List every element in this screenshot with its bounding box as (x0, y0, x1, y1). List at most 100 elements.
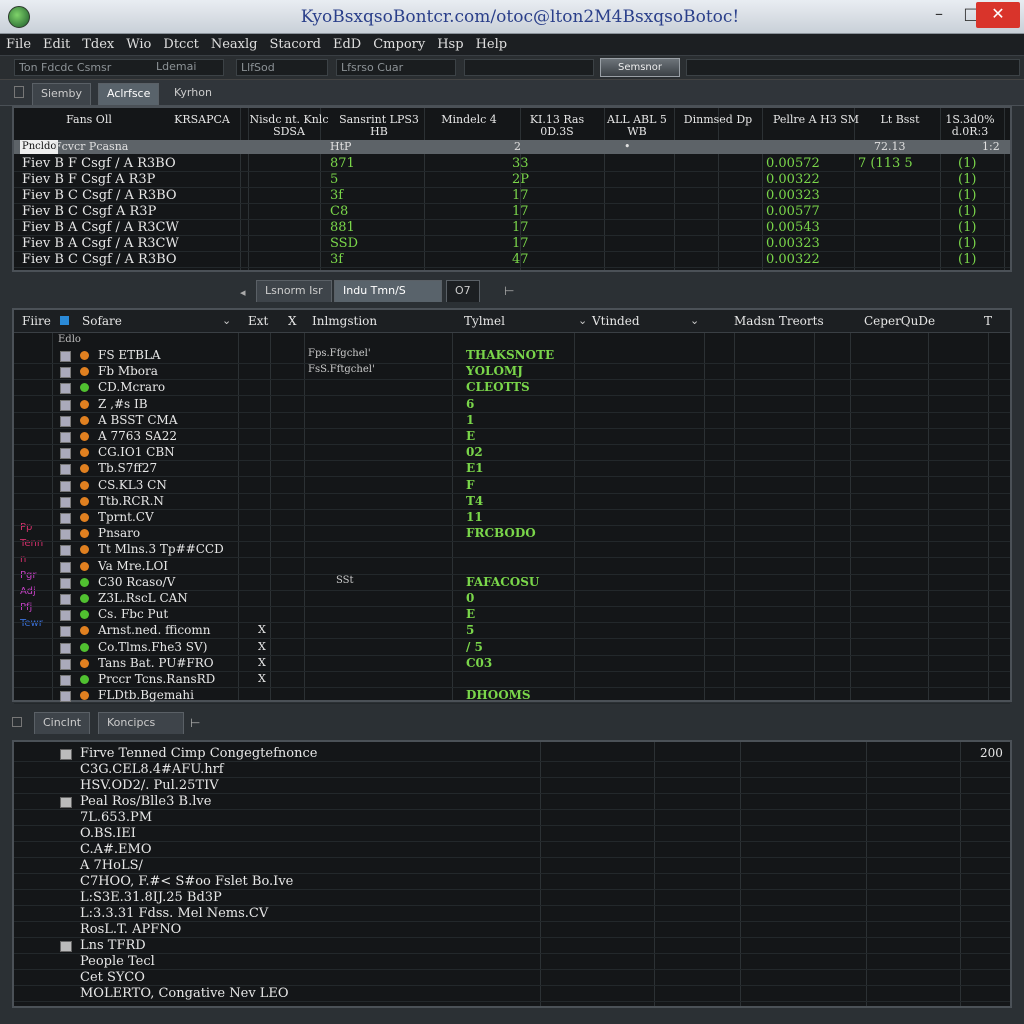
row-checkbox[interactable] (60, 367, 71, 379)
row-checkbox[interactable] (60, 561, 71, 573)
tab-top-2[interactable]: Aclrfsce (98, 83, 160, 105)
remove-x-icon[interactable]: X (258, 640, 266, 653)
table-row-selected[interactable]: Pncldo Fcvcr Pcasna HtP 2 • 72.13 1:2 (14, 140, 1010, 154)
column-header[interactable]: KI.13 Ras 0D.3S (514, 114, 600, 138)
tab-mid-3[interactable]: O7 (446, 280, 480, 302)
tab-top-3[interactable]: Kyrhon (166, 83, 220, 105)
row-checkbox[interactable] (60, 642, 71, 654)
list-item[interactable]: Peal Ros/Blle3 B.lve (80, 794, 211, 809)
tab-bottom-2[interactable]: Koncipcs (98, 712, 184, 734)
row-checkbox[interactable] (60, 610, 71, 622)
column-divider[interactable] (704, 310, 705, 700)
list-item[interactable]: Firve Tenned Cimp Congegtefnonce (80, 746, 317, 761)
row-checkbox[interactable] (60, 626, 71, 638)
mid-scroll-left-icon[interactable]: ◂ (240, 286, 246, 299)
row-checkbox[interactable] (60, 448, 71, 460)
column-divider[interactable] (240, 108, 241, 270)
list-item[interactable]: Lns TFRD (80, 938, 146, 953)
tab-mid-1[interactable]: Lsnorm Isr (256, 280, 332, 302)
menu-item[interactable]: Edit (37, 34, 76, 56)
column-divider[interactable] (304, 310, 305, 700)
column-header[interactable]: Pellre A H3 SM (766, 114, 866, 126)
file-name[interactable]: Tb.S7ff27 (98, 461, 157, 475)
column-divider[interactable] (928, 310, 929, 700)
file-name[interactable]: Fb Mbora (98, 364, 158, 378)
row-checkbox[interactable] (60, 658, 71, 670)
list-item[interactable]: C7HOO, F.#< S#oo Fslet Bo.Ive (80, 874, 293, 889)
toolbar-field-wide[interactable] (686, 59, 1020, 76)
file-name[interactable]: FLDtb.Bgemahi (98, 688, 194, 702)
file-name[interactable]: Arnst.ned. fficomn (98, 623, 210, 637)
list-item[interactable]: C3G.CEL8.4#AFU.hrf (80, 762, 224, 777)
column-header[interactable]: Fans Oll (22, 114, 156, 126)
folder-icon[interactable] (60, 749, 72, 760)
folder-icon[interactable] (60, 797, 72, 808)
file-name[interactable]: CD.Mcraro (98, 380, 165, 394)
column-header[interactable]: Vtinded (592, 314, 640, 328)
toolbar-field-3[interactable]: LlfSod (236, 59, 328, 76)
column-header[interactable]: 1S.3d0% d.0R:3 (934, 114, 1006, 138)
column-divider[interactable] (762, 108, 763, 270)
file-name[interactable]: C30 Rcaso/V (98, 575, 175, 589)
menu-item[interactable]: Cmpory (367, 34, 431, 56)
row-checkbox[interactable] (60, 351, 71, 362)
tab-bottom-1[interactable]: Cinclnt (34, 712, 91, 734)
file-name[interactable]: Ttb.RCR.N (98, 494, 164, 508)
tab-top-1[interactable]: Siemby (32, 83, 92, 105)
row-checkbox[interactable] (60, 691, 71, 703)
column-header[interactable]: Dinmsed Dp (674, 114, 762, 126)
menu-item[interactable]: Help (470, 34, 514, 56)
column-divider[interactable] (52, 310, 53, 700)
toolbar-field-blank[interactable] (464, 59, 594, 76)
column-header[interactable]: KRSAPCA (160, 114, 244, 126)
row-checkbox[interactable] (60, 496, 71, 508)
bottom-tab-more-icon[interactable]: ⊢ (190, 716, 200, 730)
remove-x-icon[interactable]: X (258, 656, 266, 669)
row-name[interactable]: Fiev B C Csgf / A R3BO (22, 252, 177, 267)
column-header[interactable]: ALL ABL 5 WB (604, 114, 670, 138)
bottom-panel-toggle-icon[interactable] (12, 717, 22, 727)
list-item[interactable]: RosL.T. APFNO (80, 922, 181, 937)
list-item[interactable]: O.BS.IEI (80, 826, 136, 841)
column-divider[interactable] (238, 310, 239, 700)
column-header[interactable]: Mindelc 4 (428, 114, 510, 126)
file-name[interactable]: Pnsaro (98, 526, 140, 540)
row-checkbox[interactable] (60, 675, 71, 686)
column-header[interactable]: Madsn Treorts (734, 314, 824, 328)
column-header[interactable]: Sofare (82, 314, 122, 328)
remove-x-icon[interactable]: X (258, 623, 266, 636)
row-checkbox[interactable] (60, 432, 71, 443)
file-name[interactable]: Z3L.RscL CAN (98, 591, 188, 605)
column-header[interactable]: Lt Bsst (870, 114, 930, 126)
column-header[interactable]: Sansrint LPS3 HB (334, 114, 424, 138)
list-item[interactable]: People Tecl (80, 954, 155, 969)
file-name[interactable]: Cs. Fbc Put (98, 607, 168, 621)
row-checkbox[interactable] (60, 383, 71, 395)
toolbar-field-2[interactable]: Ldemai (152, 59, 224, 76)
row-checkbox[interactable] (60, 399, 71, 411)
menu-item[interactable]: Wio (120, 34, 157, 56)
close-button[interactable]: ✕ (976, 2, 1020, 28)
sort-chevron-icon[interactable]: ⌄ (222, 314, 231, 327)
folder-icon[interactable] (60, 941, 72, 952)
list-item[interactable]: A 7HoLS/ (80, 858, 143, 873)
column-divider[interactable] (718, 108, 719, 270)
column-divider[interactable] (270, 310, 271, 700)
column-header[interactable]: Ext (248, 314, 268, 328)
column-header[interactable]: CeperQuDe (864, 314, 935, 328)
list-item[interactable]: 7L.653.PM (80, 810, 152, 825)
checkbox-icon[interactable] (60, 316, 69, 325)
column-divider[interactable] (814, 310, 815, 700)
toolbar-field-4[interactable]: Lfsrso Cuar (336, 59, 456, 76)
file-name[interactable]: CS.KL3 CN (98, 478, 167, 492)
sort-chevron-icon[interactable]: ⌄ (690, 314, 699, 327)
column-divider[interactable] (854, 108, 855, 270)
remove-x-icon[interactable]: X (258, 672, 266, 685)
column-divider[interactable] (574, 310, 575, 700)
menu-item[interactable]: Dtcct (157, 34, 204, 56)
column-divider[interactable] (988, 310, 989, 700)
file-name[interactable]: Prccr Tcns.RansRD (98, 672, 215, 686)
column-divider[interactable] (960, 742, 961, 1006)
column-divider[interactable] (740, 742, 741, 1006)
column-header[interactable]: X (288, 314, 297, 328)
